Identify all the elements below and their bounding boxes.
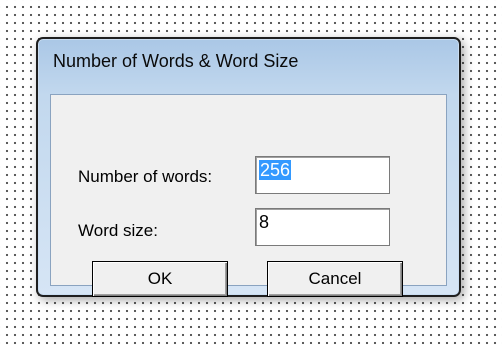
dialog-body: Number of words: 256 Word size: 8 OK Can… [50,94,447,297]
number-of-words-label: Number of words: [78,167,213,186]
number-of-words-dialog: Number of Words & Word Size Number of wo… [36,37,461,297]
cancel-button[interactable]: Cancel [267,261,403,297]
word-size-input[interactable]: 8 [255,208,390,246]
number-of-words-input[interactable]: 256 [255,156,390,194]
word-size-label: Word size: [78,221,158,240]
ok-button[interactable]: OK [92,261,228,297]
number-of-words-selected-text: 256 [259,160,292,180]
dialog-title: Number of Words & Word Size [53,51,299,71]
